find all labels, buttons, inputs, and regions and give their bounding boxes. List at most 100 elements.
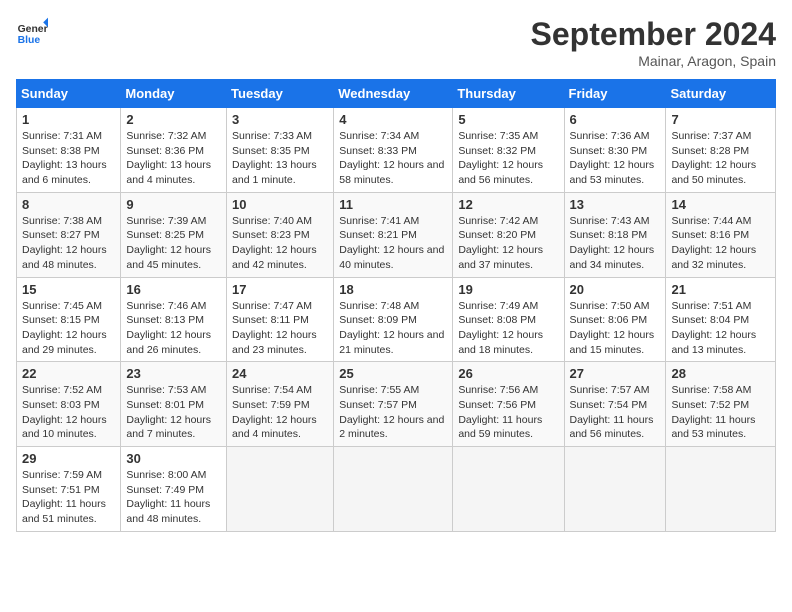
sunset-label: Sunset: 8:01 PM (126, 399, 204, 411)
sunrise-label: Sunrise: 8:00 AM (126, 469, 206, 481)
day-info: Sunrise: 7:49 AM Sunset: 8:08 PM Dayligh… (458, 299, 558, 358)
table-row: 26 Sunrise: 7:56 AM Sunset: 7:56 PM Dayl… (453, 362, 564, 447)
day-number: 30 (126, 451, 221, 466)
table-row: 17 Sunrise: 7:47 AM Sunset: 8:11 PM Dayl… (227, 277, 334, 362)
daylight-label: Daylight: 12 hours and 26 minutes. (126, 329, 211, 356)
day-info: Sunrise: 7:52 AM Sunset: 8:03 PM Dayligh… (22, 383, 115, 442)
day-info: Sunrise: 7:42 AM Sunset: 8:20 PM Dayligh… (458, 214, 558, 273)
col-sunday: Sunday (17, 80, 121, 108)
daylight-label: Daylight: 12 hours and 23 minutes. (232, 329, 317, 356)
page-header: General Blue September 2024 Mainar, Arag… (16, 16, 776, 69)
day-info: Sunrise: 7:36 AM Sunset: 8:30 PM Dayligh… (570, 129, 661, 188)
daylight-label: Daylight: 12 hours and 45 minutes. (126, 244, 211, 271)
day-number: 12 (458, 197, 558, 212)
daylight-label: Daylight: 13 hours and 1 minute. (232, 159, 317, 186)
table-row: 28 Sunrise: 7:58 AM Sunset: 7:52 PM Dayl… (666, 362, 776, 447)
day-info: Sunrise: 7:31 AM Sunset: 8:38 PM Dayligh… (22, 129, 115, 188)
day-info: Sunrise: 7:48 AM Sunset: 8:09 PM Dayligh… (339, 299, 447, 358)
sunset-label: Sunset: 8:28 PM (671, 145, 749, 157)
table-row: 29 Sunrise: 7:59 AM Sunset: 7:51 PM Dayl… (17, 447, 121, 532)
daylight-label: Daylight: 12 hours and 37 minutes. (458, 244, 543, 271)
table-row: 2 Sunrise: 7:32 AM Sunset: 8:36 PM Dayli… (121, 108, 227, 193)
col-friday: Friday (564, 80, 666, 108)
sunset-label: Sunset: 8:36 PM (126, 145, 204, 157)
day-number: 28 (671, 366, 770, 381)
location: Mainar, Aragon, Spain (531, 53, 776, 69)
col-wednesday: Wednesday (334, 80, 453, 108)
col-tuesday: Tuesday (227, 80, 334, 108)
sunrise-label: Sunrise: 7:41 AM (339, 215, 419, 227)
day-number: 6 (570, 112, 661, 127)
day-number: 8 (22, 197, 115, 212)
day-info: Sunrise: 7:33 AM Sunset: 8:35 PM Dayligh… (232, 129, 328, 188)
sunrise-label: Sunrise: 7:47 AM (232, 300, 312, 312)
day-number: 9 (126, 197, 221, 212)
table-row: 23 Sunrise: 7:53 AM Sunset: 8:01 PM Dayl… (121, 362, 227, 447)
sunrise-label: Sunrise: 7:52 AM (22, 384, 102, 396)
sunrise-label: Sunrise: 7:38 AM (22, 215, 102, 227)
sunset-label: Sunset: 7:54 PM (570, 399, 648, 411)
day-info: Sunrise: 7:38 AM Sunset: 8:27 PM Dayligh… (22, 214, 115, 273)
day-number: 15 (22, 282, 115, 297)
daylight-label: Daylight: 13 hours and 6 minutes. (22, 159, 107, 186)
day-info: Sunrise: 7:46 AM Sunset: 8:13 PM Dayligh… (126, 299, 221, 358)
sunset-label: Sunset: 8:33 PM (339, 145, 417, 157)
sunrise-label: Sunrise: 7:53 AM (126, 384, 206, 396)
table-row: 10 Sunrise: 7:40 AM Sunset: 8:23 PM Dayl… (227, 192, 334, 277)
day-number: 29 (22, 451, 115, 466)
col-monday: Monday (121, 80, 227, 108)
sunset-label: Sunset: 7:51 PM (22, 484, 100, 496)
table-row: 12 Sunrise: 7:42 AM Sunset: 8:20 PM Dayl… (453, 192, 564, 277)
sunrise-label: Sunrise: 7:42 AM (458, 215, 538, 227)
table-row: 14 Sunrise: 7:44 AM Sunset: 8:16 PM Dayl… (666, 192, 776, 277)
daylight-label: Daylight: 12 hours and 53 minutes. (570, 159, 655, 186)
sunrise-label: Sunrise: 7:48 AM (339, 300, 419, 312)
day-number: 24 (232, 366, 328, 381)
sunset-label: Sunset: 8:09 PM (339, 314, 417, 326)
day-info: Sunrise: 7:51 AM Sunset: 8:04 PM Dayligh… (671, 299, 770, 358)
sunset-label: Sunset: 8:13 PM (126, 314, 204, 326)
sunset-label: Sunset: 8:27 PM (22, 229, 100, 241)
sunrise-label: Sunrise: 7:45 AM (22, 300, 102, 312)
col-thursday: Thursday (453, 80, 564, 108)
sunset-label: Sunset: 8:06 PM (570, 314, 648, 326)
day-number: 5 (458, 112, 558, 127)
day-number: 27 (570, 366, 661, 381)
day-number: 14 (671, 197, 770, 212)
sunrise-label: Sunrise: 7:46 AM (126, 300, 206, 312)
sunrise-label: Sunrise: 7:32 AM (126, 130, 206, 142)
svg-text:General: General (18, 24, 48, 35)
table-row (453, 447, 564, 532)
table-row: 18 Sunrise: 7:48 AM Sunset: 8:09 PM Dayl… (334, 277, 453, 362)
table-row: 21 Sunrise: 7:51 AM Sunset: 8:04 PM Dayl… (666, 277, 776, 362)
svg-text:Blue: Blue (18, 35, 41, 46)
day-info: Sunrise: 7:32 AM Sunset: 8:36 PM Dayligh… (126, 129, 221, 188)
day-number: 18 (339, 282, 447, 297)
sunset-label: Sunset: 8:11 PM (232, 314, 309, 326)
day-number: 22 (22, 366, 115, 381)
day-number: 25 (339, 366, 447, 381)
sunrise-label: Sunrise: 7:31 AM (22, 130, 102, 142)
day-info: Sunrise: 7:44 AM Sunset: 8:16 PM Dayligh… (671, 214, 770, 273)
day-number: 16 (126, 282, 221, 297)
sunrise-label: Sunrise: 7:33 AM (232, 130, 312, 142)
sunset-label: Sunset: 8:08 PM (458, 314, 536, 326)
table-row: 27 Sunrise: 7:57 AM Sunset: 7:54 PM Dayl… (564, 362, 666, 447)
table-row (334, 447, 453, 532)
calendar-week-5: 29 Sunrise: 7:59 AM Sunset: 7:51 PM Dayl… (17, 447, 776, 532)
daylight-label: Daylight: 12 hours and 48 minutes. (22, 244, 107, 271)
day-info: Sunrise: 7:55 AM Sunset: 7:57 PM Dayligh… (339, 383, 447, 442)
sunset-label: Sunset: 8:38 PM (22, 145, 100, 157)
table-row: 30 Sunrise: 8:00 AM Sunset: 7:49 PM Dayl… (121, 447, 227, 532)
day-info: Sunrise: 8:00 AM Sunset: 7:49 PM Dayligh… (126, 468, 221, 527)
table-row: 6 Sunrise: 7:36 AM Sunset: 8:30 PM Dayli… (564, 108, 666, 193)
day-info: Sunrise: 7:43 AM Sunset: 8:18 PM Dayligh… (570, 214, 661, 273)
sunset-label: Sunset: 8:16 PM (671, 229, 749, 241)
sunrise-label: Sunrise: 7:54 AM (232, 384, 312, 396)
sunrise-label: Sunrise: 7:34 AM (339, 130, 419, 142)
sunrise-label: Sunrise: 7:37 AM (671, 130, 751, 142)
daylight-label: Daylight: 11 hours and 48 minutes. (126, 498, 210, 525)
day-number: 3 (232, 112, 328, 127)
day-info: Sunrise: 7:39 AM Sunset: 8:25 PM Dayligh… (126, 214, 221, 273)
day-info: Sunrise: 7:50 AM Sunset: 8:06 PM Dayligh… (570, 299, 661, 358)
